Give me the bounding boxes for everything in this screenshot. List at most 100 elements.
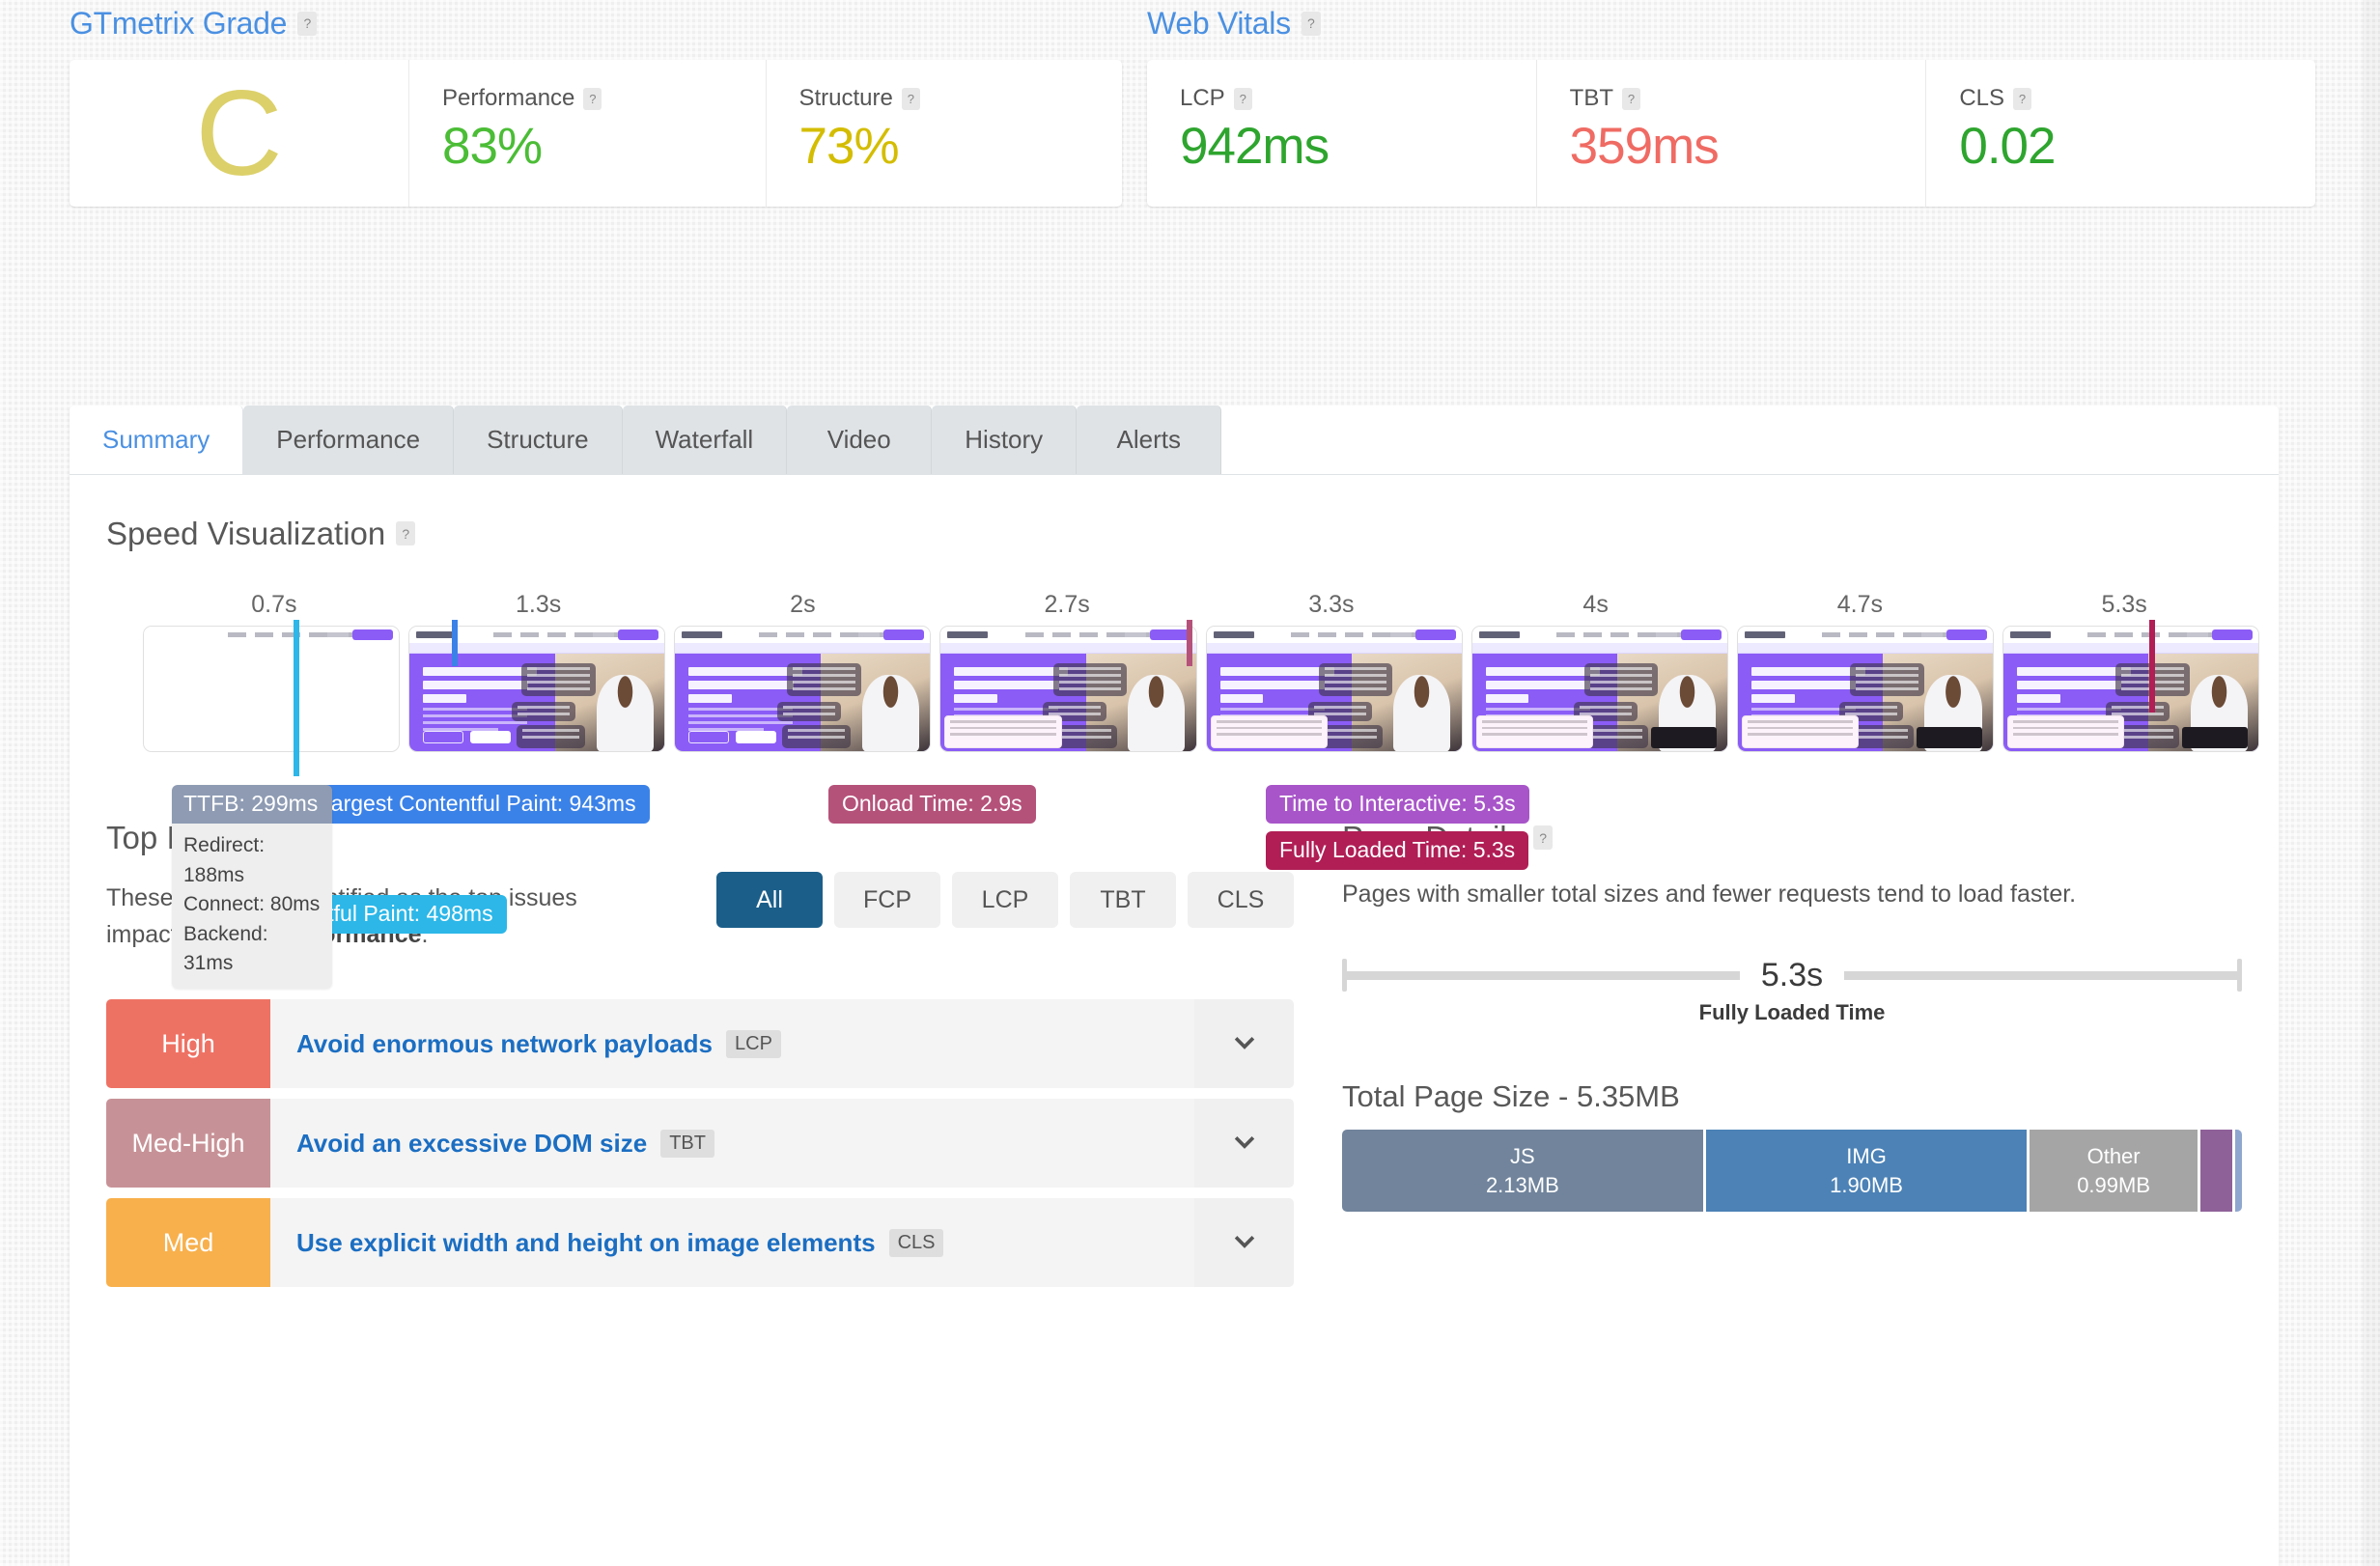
filmstrip-frame[interactable] <box>674 626 932 752</box>
filmstrip-frame[interactable] <box>1205 626 1463 752</box>
help-icon-lcp[interactable]: ? <box>1233 87 1252 110</box>
severity-badge: High <box>106 999 270 1088</box>
issue-expand-button[interactable] <box>1194 1099 1294 1188</box>
metric-structure: Structure ? 73% <box>767 60 1123 207</box>
tab-structure[interactable]: Structure <box>454 405 623 474</box>
issue-title[interactable]: Use explicit width and height on image e… <box>296 1228 876 1258</box>
mini-login-link <box>858 632 881 637</box>
mini-chat-card-2 <box>776 702 841 721</box>
mini-logo-icon <box>416 631 458 638</box>
page-size-segment[interactable]: IMG 1.90MB <box>1705 1130 2028 1212</box>
speed-visualization-section: Speed Visualization ? 0.7s 1.3s 2s 2.7s 3.3s… <box>70 475 2279 990</box>
issue-row[interactable]: Med Use explicit width and height on ima… <box>106 1198 1294 1287</box>
mini-cookie-popup <box>1475 715 1594 748</box>
issue-filter-group: All FCP LCP TBT CLS <box>716 872 1294 928</box>
gtmetrix-grade-heading: GTmetrix Grade ? <box>70 8 1122 39</box>
metric-cls-value: 0.02 <box>1959 118 2056 175</box>
issue-expand-button[interactable] <box>1194 999 1294 1088</box>
help-icon-speed-visualization[interactable]: ? <box>396 521 416 545</box>
timeline-tick: 0.7s <box>251 591 297 618</box>
filmstrip-frame[interactable] <box>939 626 1197 752</box>
metric-performance-label: Performance <box>442 85 575 111</box>
mini-nav <box>144 627 400 643</box>
help-icon-performance[interactable]: ? <box>583 87 602 110</box>
report-tabs: Summary Performance Structure Waterfall Vide… <box>70 405 2279 475</box>
filmstrip-frame[interactable] <box>2002 626 2259 752</box>
mini-announcement-bar <box>409 643 665 654</box>
help-icon-page-details[interactable]: ? <box>1533 825 1554 850</box>
filmstrip-frame[interactable] <box>143 626 401 752</box>
segment-label: Other <box>2086 1143 2141 1168</box>
mini-cookie-popup <box>944 715 1062 748</box>
mini-person-image <box>1128 675 1186 751</box>
mini-hero <box>1737 654 1993 751</box>
mini-logo-icon <box>947 631 989 638</box>
ttfb-row: Connect: 80ms <box>183 893 321 916</box>
filmstrip-frame[interactable] <box>408 626 666 752</box>
filter-fcp-button[interactable]: FCP <box>834 872 940 928</box>
mini-cookie-popup <box>2006 715 2125 748</box>
issue-metric-tag: CLS <box>888 1228 944 1257</box>
mini-cookie-popup <box>1741 715 1860 748</box>
page-size-segment[interactable]: JS 2.13MB <box>1342 1130 1703 1212</box>
segment-label: IMG <box>1846 1143 1887 1168</box>
tab-summary[interactable]: Summary <box>70 405 244 474</box>
tab-alerts[interactable]: Alerts <box>1077 405 1222 474</box>
metric-tbt-label-row: TBT ? <box>1570 85 1926 112</box>
tab-performance[interactable]: Performance <box>243 405 455 474</box>
filter-cls-button[interactable]: CLS <box>1188 872 1294 928</box>
help-icon-tbt[interactable]: ? <box>1622 87 1640 110</box>
issue-row[interactable]: Med-High Avoid an excessive DOM size TBT <box>106 1099 1294 1188</box>
mini-chat-card-1 <box>1849 663 1924 696</box>
mini-nav <box>1471 627 1727 643</box>
page-size-segment[interactable]: Other 0.99MB <box>2030 1130 2198 1212</box>
mini-chat-card-2 <box>511 702 575 721</box>
mini-announcement-bar <box>1206 643 1462 654</box>
mini-cta-button <box>1414 629 1456 640</box>
page-size-segment[interactable] <box>2235 1130 2242 1212</box>
mini-login-link <box>593 632 615 637</box>
issue-content: Avoid enormous network payloads LCP <box>270 999 1194 1088</box>
page-size-segment[interactable] <box>2199 1130 2233 1212</box>
segment-label: JS <box>1510 1143 1535 1168</box>
help-icon-structure[interactable]: ? <box>901 87 920 110</box>
mini-login-link <box>1920 632 1943 637</box>
mini-login-link <box>1389 632 1412 637</box>
fully-loaded-time-value: 5.3s <box>1760 956 1824 993</box>
issue-title[interactable]: Avoid an excessive DOM size <box>296 1129 647 1159</box>
help-icon-web-vitals[interactable]: ? <box>1301 11 1321 36</box>
mini-hero <box>675 654 931 751</box>
page-scrollbar[interactable] <box>2363 0 2380 1566</box>
issue-metric-tag: TBT <box>660 1129 714 1158</box>
mini-announcement-bar <box>1471 643 1727 654</box>
tab-video[interactable]: Video <box>787 405 933 474</box>
metric-cls-label: CLS <box>1959 85 2005 111</box>
issue-row[interactable]: High Avoid enormous network payloads LCP <box>106 999 1294 1088</box>
issue-expand-button[interactable] <box>1194 1198 1294 1287</box>
mini-cta-button <box>352 629 394 640</box>
issue-metric-tag: LCP <box>726 1029 781 1058</box>
filmstrip-frame[interactable] <box>1736 626 1994 752</box>
fully-loaded-time-bar: 5.3s <box>1342 956 2243 993</box>
filter-tbt-button[interactable]: TBT <box>1070 872 1176 928</box>
metric-structure-value: 73% <box>798 118 900 175</box>
web-vitals-panel: Web Vitals ? LCP ? 942ms TBT ? 359ms CLS… <box>1147 8 2315 207</box>
bar-line-left <box>1347 970 1740 980</box>
help-icon-gtmetrix-grade[interactable]: ? <box>297 11 318 36</box>
page-details-description: Pages with smaller total sizes and fewer… <box>1342 881 2077 908</box>
timeline-tick: 3.3s <box>1308 591 1355 618</box>
summary-columns: Top Issues These audits are identified a… <box>70 822 2279 1298</box>
filmstrip-frame[interactable] <box>1470 626 1728 752</box>
gtmetrix-grade-title: GTmetrix Grade <box>70 6 288 41</box>
timeline-axis: 0.7s 1.3s 2s 2.7s 3.3s 4s 4.7s 5.3s <box>142 591 2256 624</box>
filter-all-button[interactable]: All <box>716 872 823 928</box>
tab-waterfall[interactable]: Waterfall <box>622 405 788 474</box>
metric-performance: Performance ? 83% <box>409 60 767 207</box>
speed-visualization-title: Speed Visualization <box>106 516 386 551</box>
tab-history[interactable]: History <box>932 405 1078 474</box>
filter-lcp-button[interactable]: LCP <box>952 872 1058 928</box>
issue-title[interactable]: Avoid enormous network payloads <box>296 1029 713 1059</box>
gtmetrix-grade-card: C Performance ? 83% Structure ? 73% <box>70 60 1122 207</box>
issue-content: Avoid an excessive DOM size TBT <box>270 1099 1194 1188</box>
help-icon-cls[interactable]: ? <box>2013 87 2032 110</box>
